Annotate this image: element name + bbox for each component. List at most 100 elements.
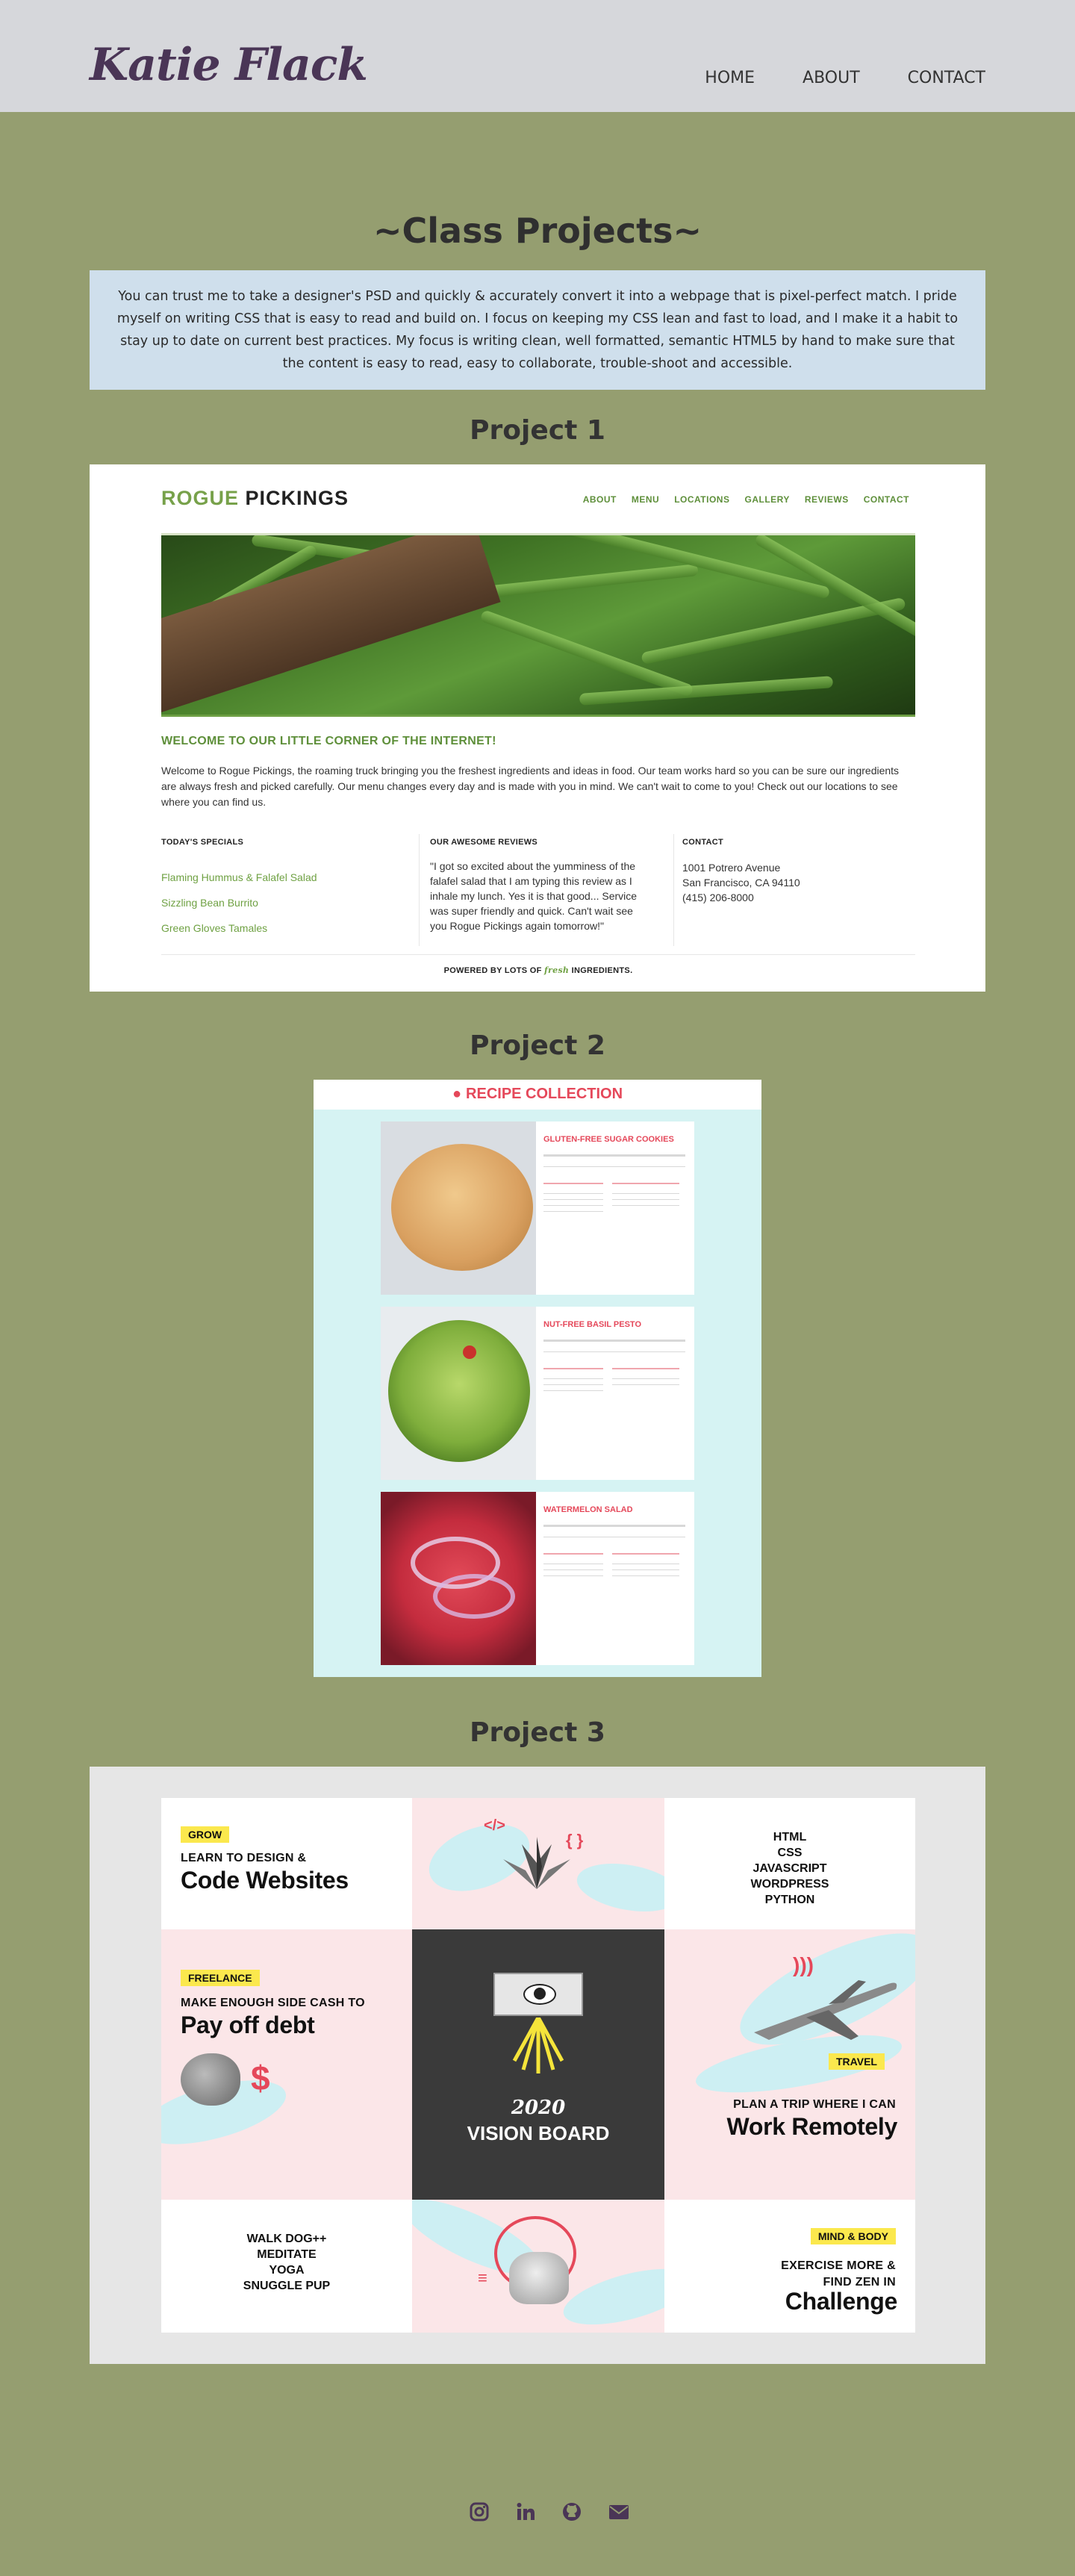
skill-html: HTML [773,1831,807,1844]
rogue-nav-gallery[interactable]: GALLERY [744,494,789,505]
email-icon[interactable] [608,2501,630,2526]
project-2-heading: Project 2 [470,1030,605,1061]
skill-javascript: JAVASCRIPT [752,1862,827,1875]
rogue-footer: POWERED BY LOTS OF fresh INGREDIENTS. [161,954,915,975]
freelance-cell: FREELANCE MAKE ENOUGH SIDE CASH TO Pay o… [161,1929,412,2200]
basil-pesto-image [381,1307,536,1480]
routine-item: YOGA [269,2264,305,2277]
specials-title: TODAY'S SPECIALS [161,838,244,847]
rogue-nav-menu[interactable]: MENU [632,494,659,505]
vision-year: 2020 [511,2097,566,2119]
chef-hat-icon: ● [452,1086,462,1102]
travel-cell: ))) TRAVEL PLAN A TRIP WHERE I CAN Work … [664,1929,915,2200]
grow-title: Code Websites [181,1867,349,1894]
recipe-title: GLUTEN-FREE SUGAR COOKIES [543,1135,674,1144]
mind-body-cell: MIND & BODY EXERCISE MORE & FIND ZEN IN … [664,2200,915,2333]
vision-board-title: VISION BOARD [467,2122,610,2144]
recipe-card[interactable]: GLUTEN-FREE SUGAR COOKIES [381,1121,694,1295]
watermelon-salad-image [381,1492,536,1665]
travel-title: Work Remotely [726,2113,898,2140]
rogue-welcome-heading: WELCOME TO OUR LITTLE CORNER OF THE INTE… [161,735,496,747]
routine-item: MEDITATE [257,2248,317,2261]
mind-body-tag: MIND & BODY [810,2228,896,2244]
sparkle-icon: ≡ [478,2268,487,2287]
rogue-nav-about[interactable]: ABOUT [583,494,617,505]
recipe-card[interactable]: WATERMELON SALAD [381,1492,694,1665]
freelance-subtitle: MAKE ENOUGH SIDE CASH TO [181,1997,365,2009]
skill-css: CSS [777,1847,803,1859]
grow-tag: GROW [181,1826,230,1843]
skill-python: PYTHON [764,1894,815,1906]
rogue-nav-contact[interactable]: CONTACT [864,494,909,505]
rogue-nav: ABOUT MENU LOCATIONS GALLERY REVIEWS CON… [583,494,909,505]
linkedin-icon[interactable] [515,2501,536,2526]
recipe-collection-title: RECIPE COLLECTION [466,1086,623,1102]
vision-center-cell: 2020 VISION BOARD [412,1929,664,2200]
routine-item: SNUGGLE PUP [243,2280,331,2292]
skill-wordpress: WORDPRESS [750,1878,829,1891]
project-3-heading: Project 3 [470,1717,605,1748]
rogue-pickings-logo: ROGUE PICKINGS [161,487,349,509]
grow-subtitle: LEARN TO DESIGN & [181,1852,307,1864]
piggy-bank-icon [181,2053,240,2106]
site-header: Katie Flack HOME ABOUT CONTACT [0,0,1075,112]
freelance-tag: FREELANCE [181,1970,260,1986]
reviews-title: OUR AWESOME REVIEWS [430,838,538,847]
contact-phone: (415) 206-8000 [682,892,754,903]
travel-tag: TRAVEL [829,2053,885,2070]
site-logo[interactable]: Katie Flack [90,39,368,91]
eye-icon [493,1973,583,2016]
nav-home[interactable]: HOME [705,69,755,87]
curly-braces-icon: { } [566,1831,584,1849]
mind-body-subtitle-1: EXERCISE MORE & [781,2259,896,2272]
contact-column: CONTACT 1001 Potrero Avenue San Francisc… [682,838,921,905]
routine-cell: WALK DOG++ MEDITATE YOGA SNUGGLE PUP [161,2200,412,2333]
review-quote: "I got so excited about the yumminess of… [430,860,638,932]
reviews-column: OUR AWESOME REVIEWS "I got so excited ab… [430,838,646,933]
skills-cell: HTML CSS JAVASCRIPT WORDPRESS PYTHON [664,1798,915,1929]
mind-body-title: Challenge [785,2288,898,2315]
github-icon[interactable] [561,2501,582,2526]
dog-cell: ≡ [412,2200,664,2333]
special-item[interactable]: Flaming Hummus & Falafel Salad [161,865,400,890]
nav-about[interactable]: ABOUT [803,69,860,87]
grow-cell: GROW LEARN TO DESIGN & Code Websites [161,1798,412,1929]
light-rays-icon [512,2017,564,2073]
wifi-icon: ))) [793,1953,814,1976]
project-2-card[interactable]: ● RECIPE COLLECTION GLUTEN-FREE SUGAR COO… [314,1080,761,1677]
social-links [469,2501,630,2526]
project-1-card[interactable]: ROGUE PICKINGS ABOUT MENU LOCATIONS GALL… [90,464,985,992]
recipe-card[interactable]: NUT-FREE BASIL PESTO [381,1307,694,1480]
specials-column: TODAY'S SPECIALS Flaming Hummus & Falafe… [161,838,400,941]
travel-subtitle: PLAN A TRIP WHERE I CAN [733,2098,896,2111]
special-item[interactable]: Green Gloves Tamales [161,915,400,941]
sugar-cookie-image [381,1121,536,1295]
vision-board: GROW LEARN TO DESIGN & Code Websites </>… [161,1798,915,2333]
instagram-icon[interactable] [469,2501,490,2526]
dog-icon [509,2252,569,2304]
airplane-icon [754,1980,897,2040]
rogue-nav-reviews[interactable]: REVIEWS [805,494,849,505]
recipe-collection-header: ● RECIPE COLLECTION [314,1080,761,1110]
rogue-nav-locations[interactable]: LOCATIONS [674,494,729,505]
contact-address: 1001 Potrero Avenue [682,862,781,874]
rogue-welcome-text: Welcome to Rogue Pickings, the roaming t… [161,765,900,808]
contact-title: CONTACT [682,838,724,847]
dollar-sign-icon: $ [251,2059,270,2097]
contact-city: San Francisco, CA 94110 [682,877,800,889]
recipe-title: WATERMELON SALAD [543,1505,633,1514]
special-item[interactable]: Sizzling Bean Burrito [161,890,400,915]
intro-text: You can trust me to take a designer's PS… [90,270,985,390]
recipe-title: NUT-FREE BASIL PESTO [543,1320,642,1329]
routine-item: WALK DOG++ [246,2233,327,2245]
project-3-card[interactable]: GROW LEARN TO DESIGN & Code Websites </>… [90,1767,985,2364]
nav-contact[interactable]: CONTACT [908,69,985,87]
project-1-heading: Project 1 [470,415,605,446]
recipe-list: GLUTEN-FREE SUGAR COOKIES NUT-FREE BASIL… [314,1110,761,1677]
green-beans-hero-image [161,533,915,717]
lotus-cell: </> { } [412,1798,664,1929]
freelance-title: Pay off debt [181,2012,315,2038]
main-nav: HOME ABOUT CONTACT [705,69,985,87]
page-title: ~Class Projects~ [373,211,702,251]
code-brackets-icon: </> [484,1817,505,1834]
